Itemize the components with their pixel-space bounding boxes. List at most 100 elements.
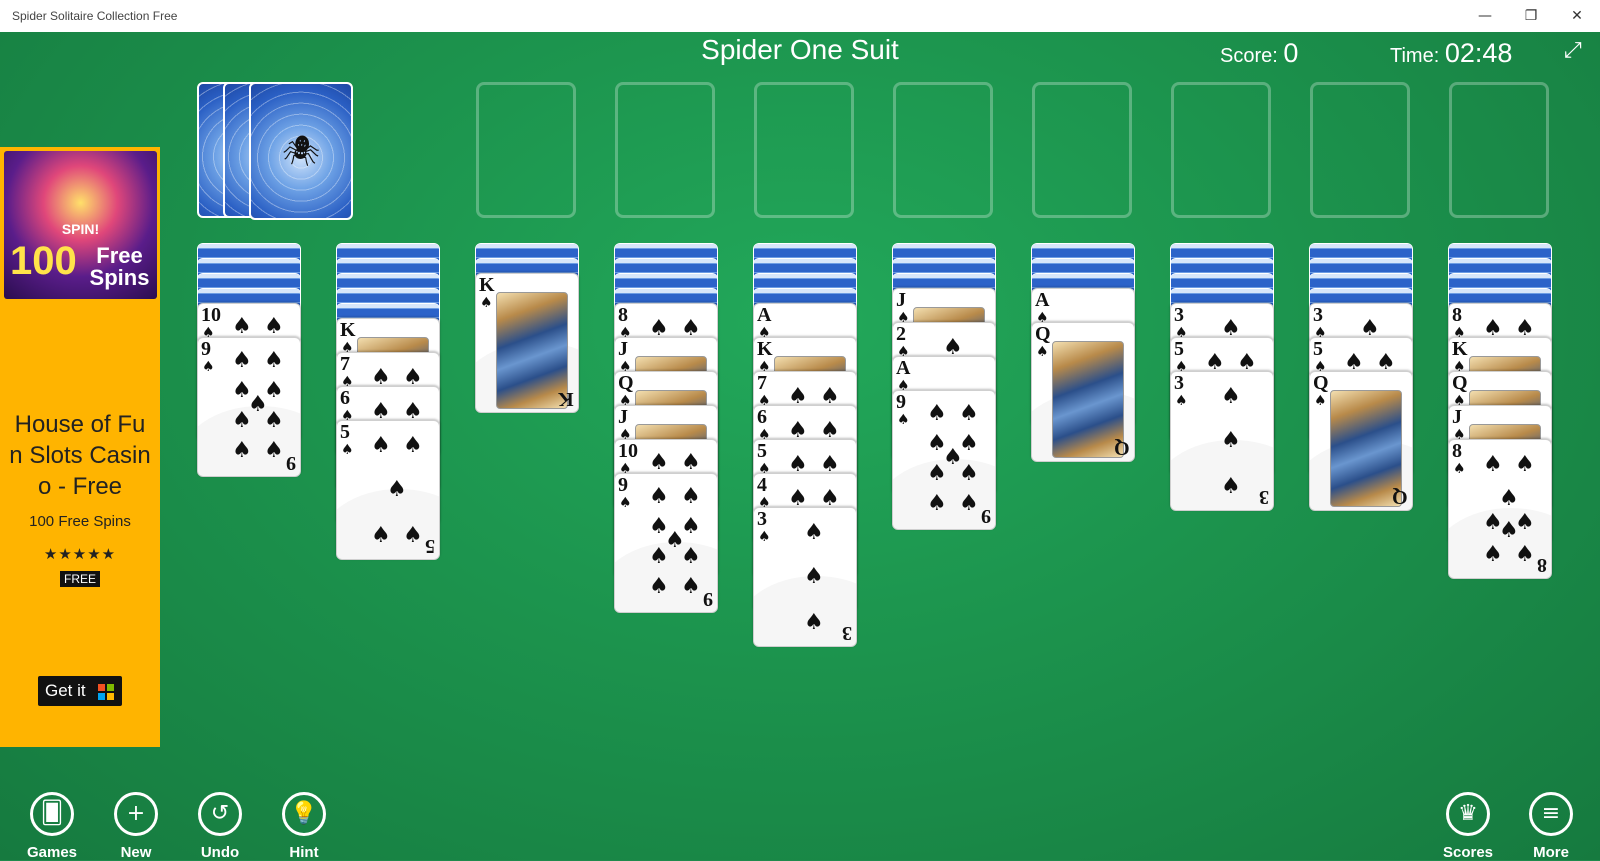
- hint-button[interactable]: 💡 Hint: [264, 792, 344, 861]
- stock-card[interactable]: 🕷: [249, 82, 353, 220]
- games-icon: 🂠: [30, 792, 74, 836]
- new-button[interactable]: + New: [96, 792, 176, 861]
- spade-icon: ♠: [1221, 474, 1241, 499]
- card-rank: Q: [1313, 372, 1329, 394]
- spade-icon: ♠: [927, 461, 947, 486]
- spade-icon: ♠: [341, 442, 354, 458]
- card-rank-corner: 3: [842, 622, 852, 644]
- spade-icon: ♠: [804, 520, 824, 545]
- undo-label: Undo: [200, 844, 240, 861]
- menu-icon: ≡: [1529, 792, 1573, 836]
- spade-icon: ♠: [1036, 344, 1049, 360]
- score-label: Score:: [1220, 45, 1278, 67]
- card-rank: J: [896, 289, 906, 311]
- card-rank: Q: [618, 372, 634, 394]
- spade-icon: ♠: [1453, 461, 1466, 477]
- card-rank: 3: [1313, 304, 1323, 326]
- scores-button[interactable]: ♛ Scores: [1428, 792, 1508, 861]
- spade-icon: ♠: [897, 412, 910, 428]
- playing-card[interactable]: 3 ♠ ♠ ♠ ♠ 3: [1170, 371, 1274, 511]
- playing-card[interactable]: 3 ♠ ♠ ♠ ♠ 3: [753, 507, 857, 647]
- scores-label: Scores: [1442, 844, 1494, 861]
- card-rank: 9: [201, 338, 211, 360]
- card-rank: 7: [340, 353, 350, 375]
- playing-card[interactable]: 9 ♠ ♠ ♠ ♠ ♠ ♠ ♠ ♠ ♠ ♠ 9: [197, 337, 301, 477]
- spade-icon: ♠: [264, 438, 284, 463]
- spade-icon: ♠: [403, 433, 423, 458]
- card-rank: 3: [1174, 304, 1184, 326]
- ad-get-it-button[interactable]: Get it: [38, 676, 122, 706]
- spade-icon: ♠: [959, 491, 979, 516]
- card-rank: J: [618, 406, 628, 428]
- card-rank-corner: 3: [1259, 486, 1269, 508]
- playing-card[interactable]: 5 ♠ ♠ ♠ ♠ ♠ ♠ 5: [336, 420, 440, 560]
- spade-icon: ♠: [1499, 518, 1519, 543]
- spade-icon: ♠: [1483, 542, 1503, 567]
- card-rank: 10: [201, 304, 221, 326]
- spade-icon: ♠: [1515, 542, 1535, 567]
- card-rank-corner: 9: [981, 505, 991, 527]
- restore-button[interactable]: ❐: [1508, 0, 1554, 32]
- windows-store-icon: [98, 684, 114, 700]
- card-rank: 5: [1174, 338, 1184, 360]
- playing-card[interactable]: Q ♠ Q: [1031, 322, 1135, 462]
- playing-card[interactable]: 9 ♠ ♠ ♠ ♠ ♠ ♠ ♠ ♠ ♠ ♠ 9: [892, 390, 996, 530]
- spade-icon: ♠: [1515, 452, 1535, 477]
- playing-card[interactable]: 9 ♠ ♠ ♠ ♠ ♠ ♠ ♠ ♠ ♠ ♠ 9: [614, 473, 718, 613]
- minimize-button[interactable]: —: [1462, 0, 1508, 32]
- spade-icon: ♠: [1483, 452, 1503, 477]
- games-button[interactable]: 🂠 Games: [12, 792, 92, 861]
- score-display: Score: 0: [1220, 38, 1298, 69]
- playing-card[interactable]: 8 ♠ ♠ ♠ ♠ ♠ ♠ ♠ ♠ ♠ 8: [1448, 439, 1552, 579]
- foundation-slot: [1449, 82, 1549, 218]
- card-rank: 8: [1452, 440, 1462, 462]
- app-title: Spider Solitaire Collection Free: [12, 9, 178, 23]
- ad-title[interactable]: House of Fun Slots Casino - Free: [8, 409, 152, 502]
- spider-icon: 🕷: [281, 134, 321, 169]
- fullscreen-icon[interactable]: ⤢: [1564, 38, 1582, 63]
- spade-icon: ♠: [927, 401, 947, 426]
- more-button[interactable]: ≡ More: [1511, 792, 1591, 861]
- spade-icon: ♠: [681, 544, 701, 569]
- card-rank-corner: 9: [286, 452, 296, 474]
- ad-panel[interactable]: SPIN! 100 Free Spins House of Fun Slots …: [0, 147, 160, 747]
- time-label: Time:: [1390, 45, 1440, 67]
- card-rank: J: [618, 338, 628, 360]
- foundation-slot: [1032, 82, 1132, 218]
- spade-icon: ♠: [1221, 384, 1241, 409]
- spade-icon: ♠: [681, 450, 701, 475]
- card-rank: A: [757, 304, 772, 326]
- card-rank: K: [1452, 338, 1468, 360]
- spade-icon: ♠: [232, 438, 252, 463]
- card-rank: 9: [896, 391, 906, 413]
- card-rank: A: [896, 357, 911, 379]
- card-rank: 7: [757, 372, 767, 394]
- playing-card[interactable]: Q ♠ Q: [1309, 371, 1413, 511]
- foundation-slot: [476, 82, 576, 218]
- card-rank-corner: Q: [1114, 437, 1130, 459]
- spade-icon: ♠: [1499, 486, 1519, 511]
- title-bar: Spider Solitaire Collection Free — ❐ ✕: [0, 0, 1600, 32]
- ad-big-number: 100: [10, 239, 77, 283]
- card-rank-corner: Q: [1392, 486, 1408, 508]
- spade-icon: ♠: [371, 433, 391, 458]
- foundation-slot: [754, 82, 854, 218]
- card-rank: 8: [618, 304, 628, 326]
- timer-display: Time: 02:48: [1390, 38, 1512, 69]
- card-rank-corner: 5: [425, 535, 435, 557]
- spade-icon: ♠: [1175, 393, 1188, 409]
- spade-icon: ♠: [959, 461, 979, 486]
- foundation-slot: [893, 82, 993, 218]
- foundation-slot: [1310, 82, 1410, 218]
- spade-icon: ♠: [232, 314, 252, 339]
- ad-image[interactable]: SPIN! 100 Free Spins: [4, 151, 157, 299]
- spade-icon: ♠: [649, 574, 669, 599]
- card-rank: 6: [757, 406, 767, 428]
- close-button[interactable]: ✕: [1554, 0, 1600, 32]
- playing-card[interactable]: K ♠ K: [475, 273, 579, 413]
- undo-button[interactable]: ↺ Undo: [180, 792, 260, 861]
- foundation-slot: [615, 82, 715, 218]
- card-rank: J: [1452, 406, 1462, 428]
- spade-icon: ♠: [681, 484, 701, 509]
- spade-icon: ♠: [804, 564, 824, 589]
